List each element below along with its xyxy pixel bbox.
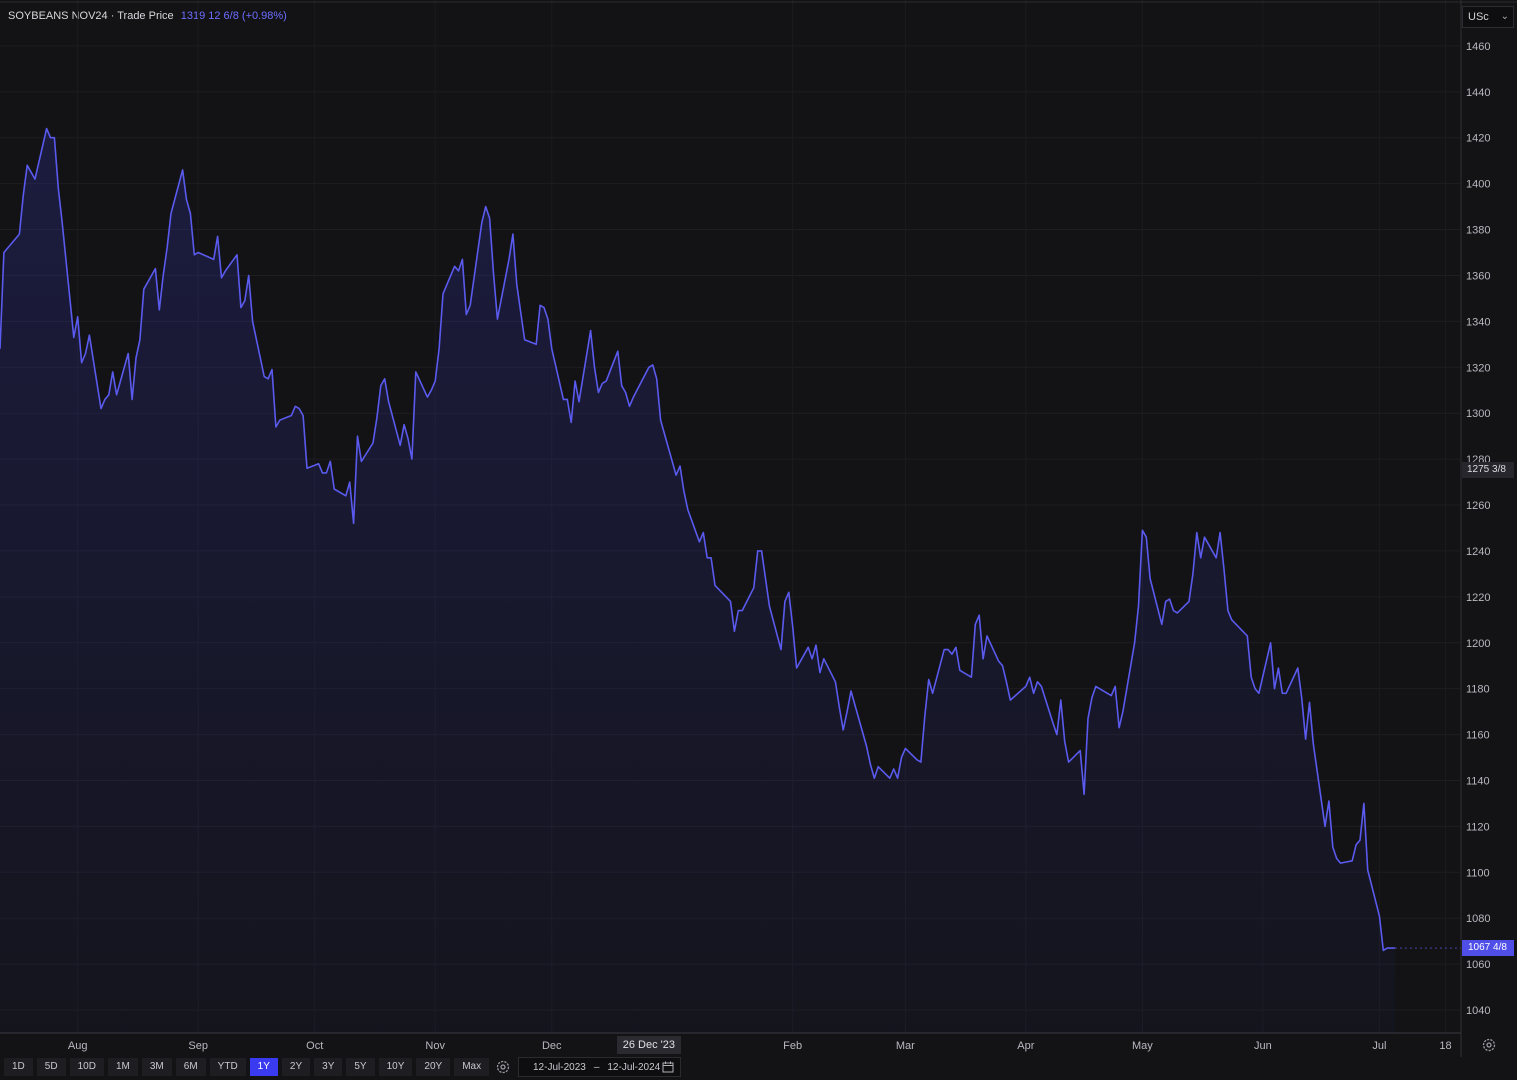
x-tick-label: Aug xyxy=(68,1040,88,1052)
last-price-label: 1067 4/8 xyxy=(1462,940,1514,957)
y-tick-label: 1340 xyxy=(1466,316,1490,328)
y-tick-label: 1100 xyxy=(1466,867,1490,879)
x-tick-label: Oct xyxy=(306,1040,323,1052)
y-tick-label: 1120 xyxy=(1466,821,1490,833)
y-tick-label: 1200 xyxy=(1466,638,1490,650)
x-tick-label: Dec xyxy=(542,1040,562,1052)
date-separator: – xyxy=(593,1061,600,1073)
gear-icon[interactable] xyxy=(495,1059,511,1075)
y-tick-label: 1360 xyxy=(1466,270,1490,282)
range-button-5y[interactable]: 5Y xyxy=(346,1058,375,1076)
range-button-1y[interactable]: 1Y xyxy=(249,1058,278,1076)
range-button-2y[interactable]: 2Y xyxy=(281,1058,311,1076)
range-button-10y[interactable]: 10Y xyxy=(378,1058,413,1076)
calendar-icon[interactable] xyxy=(662,1061,674,1073)
range-button-3m[interactable]: 3M xyxy=(141,1058,172,1076)
y-tick-label: 1460 xyxy=(1466,41,1490,53)
unit-select[interactable]: USc ⌄ xyxy=(1462,6,1514,28)
x-tick-label: Apr xyxy=(1017,1040,1034,1052)
y-tick-label: 1180 xyxy=(1466,684,1490,696)
y-tick-label: 1220 xyxy=(1466,592,1490,604)
date-range-picker[interactable]: 12-Jul-2023 – 12-Jul-2024 xyxy=(518,1057,681,1077)
y-tick-label: 1080 xyxy=(1466,913,1490,925)
y-tick-label: 1320 xyxy=(1466,362,1490,374)
range-selector: 1D 5D 10D 1M 3M 6M YTD 1Y 2Y 3Y 5Y 10Y 20Y Max xyxy=(4,1057,517,1077)
x-tick-label: Feb xyxy=(783,1040,802,1052)
y-tick-label: 1240 xyxy=(1466,546,1490,558)
crosshair-date-label: 26 Dec '23 xyxy=(616,1036,681,1054)
y-tick-label: 1380 xyxy=(1466,225,1490,237)
price-chart[interactable]: 1040 1060 1080 1100 1120 1140 1160 1180 1200 1220… xyxy=(0,0,1517,1080)
y-tick-label: 1140 xyxy=(1466,775,1490,787)
range-button-5d[interactable]: 5D xyxy=(36,1058,66,1076)
range-button-20y[interactable]: 20Y xyxy=(416,1058,451,1076)
x-tick-label: Mar xyxy=(896,1040,915,1052)
date-to[interactable]: 12-Jul-2024 xyxy=(607,1062,660,1073)
y-tick-label: 1400 xyxy=(1466,179,1490,191)
y-tick-label: 1160 xyxy=(1466,730,1490,742)
y-tick-label: 1440 xyxy=(1466,87,1490,99)
range-button-1m[interactable]: 1M xyxy=(107,1058,138,1076)
date-from[interactable]: 12-Jul-2023 xyxy=(533,1062,586,1073)
range-button-3y[interactable]: 3Y xyxy=(314,1058,343,1076)
range-button-ytd[interactable]: YTD xyxy=(209,1058,246,1076)
x-tick-label: Jul xyxy=(1372,1040,1386,1052)
range-button-1d[interactable]: 1D xyxy=(4,1058,33,1076)
chevron-down-icon: ⌄ xyxy=(1500,11,1509,22)
y-tick-label: 1300 xyxy=(1466,408,1490,420)
y-tick-label: 1260 xyxy=(1466,500,1490,512)
y-tick-label: 1420 xyxy=(1466,133,1490,145)
range-button-max[interactable]: Max xyxy=(454,1058,490,1076)
unit-value: USc xyxy=(1468,11,1489,23)
range-button-6m[interactable]: 6M xyxy=(175,1058,206,1076)
gear-icon[interactable] xyxy=(1481,1037,1497,1053)
x-tick-label: Nov xyxy=(425,1040,445,1052)
price-area xyxy=(0,128,1395,1034)
x-tick-label: Sep xyxy=(188,1040,208,1052)
y-tick-label: 1060 xyxy=(1466,959,1490,971)
x-tick-label: 18 xyxy=(1439,1040,1451,1052)
range-button-10d[interactable]: 10D xyxy=(69,1058,104,1076)
crosshair-price-label: 1275 3/8 xyxy=(1462,461,1514,478)
x-tick-label: Jun xyxy=(1254,1040,1272,1052)
x-tick-label: May xyxy=(1132,1040,1153,1052)
y-tick-label: 1040 xyxy=(1466,1005,1490,1017)
